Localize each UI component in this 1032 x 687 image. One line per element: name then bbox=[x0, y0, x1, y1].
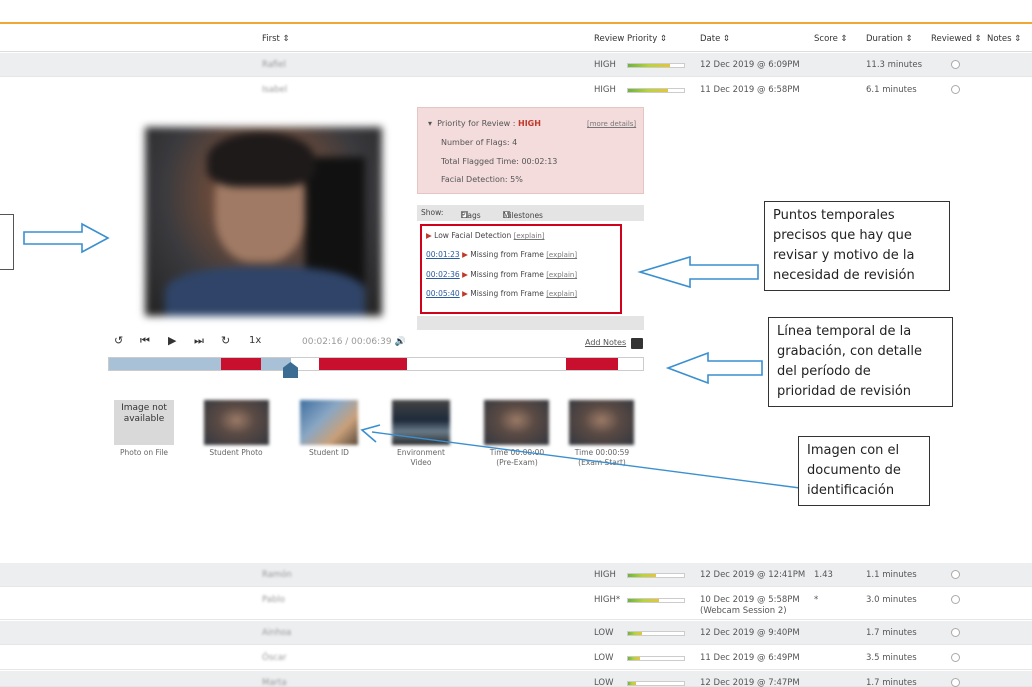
callout-line: Puntos temporales bbox=[773, 208, 895, 223]
callout-line: del período de bbox=[777, 364, 871, 379]
arrow-to-flags bbox=[637, 255, 759, 289]
callout-line: Línea temporal de la bbox=[777, 324, 912, 339]
callout-id-image: Imagen con el documento de identificació… bbox=[798, 436, 930, 506]
callout-line: revisar y motivo de la bbox=[773, 248, 915, 263]
callout-line: precisos que hay que bbox=[773, 228, 912, 243]
arrow-to-timeline bbox=[665, 351, 763, 385]
callout-line: grabación, con detalle bbox=[777, 344, 923, 359]
arrow-to-id-head bbox=[360, 424, 381, 443]
arrow-to-id-line bbox=[371, 431, 801, 489]
callout-line: identificación bbox=[807, 483, 895, 498]
arrow-to-video bbox=[23, 222, 110, 254]
callout-line: prioridad de revisión bbox=[777, 384, 912, 399]
callout-flag-times: Puntos temporales precisos que hay que r… bbox=[764, 201, 950, 291]
callout-timeline: Línea temporal de la grabación, con deta… bbox=[768, 317, 953, 407]
callout-line: documento de bbox=[807, 463, 901, 478]
callout-line: necesidad de revisión bbox=[773, 268, 915, 283]
callout-line: Imagen con el bbox=[807, 443, 900, 458]
